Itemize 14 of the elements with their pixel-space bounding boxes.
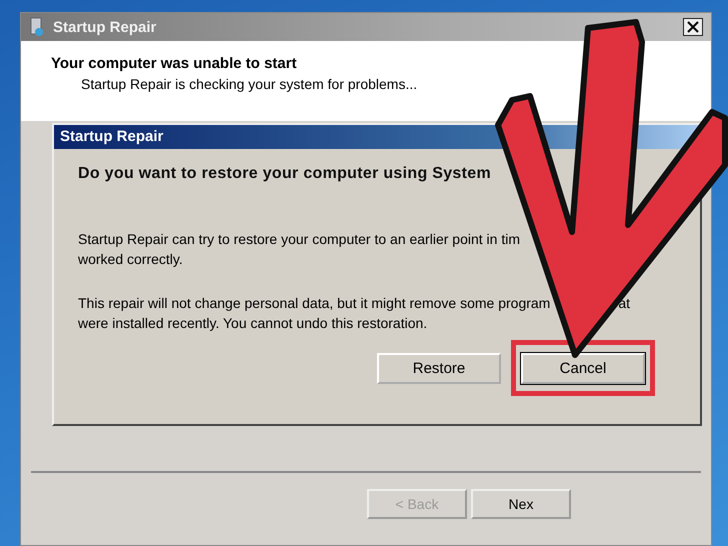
message-text: at [618,294,630,313]
app-icon [29,17,45,37]
message-text: worked correctly. [78,250,183,269]
dialog-button[interactable]: Restore [377,353,501,384]
wizard-button[interactable]: Nex [471,489,571,519]
close-icon[interactable] [683,18,703,36]
dialog-question: Do you want to restore your computer using System [78,165,492,183]
window-title: Startup Repair [53,18,156,36]
dialog-button[interactable]: Cancel [521,353,645,384]
heading: Your computer was unable to start [51,55,298,72]
message-text: were installed recently. You cannot undo this restoration. [78,314,428,333]
message-text: Startup Repair can try to restore your computer to an earlier point in tim [78,230,520,249]
message-text: This repair will not change personal data, but it might remove some program [78,294,550,313]
subtitle: Startup Repair is checking your system for problems... [81,76,418,92]
